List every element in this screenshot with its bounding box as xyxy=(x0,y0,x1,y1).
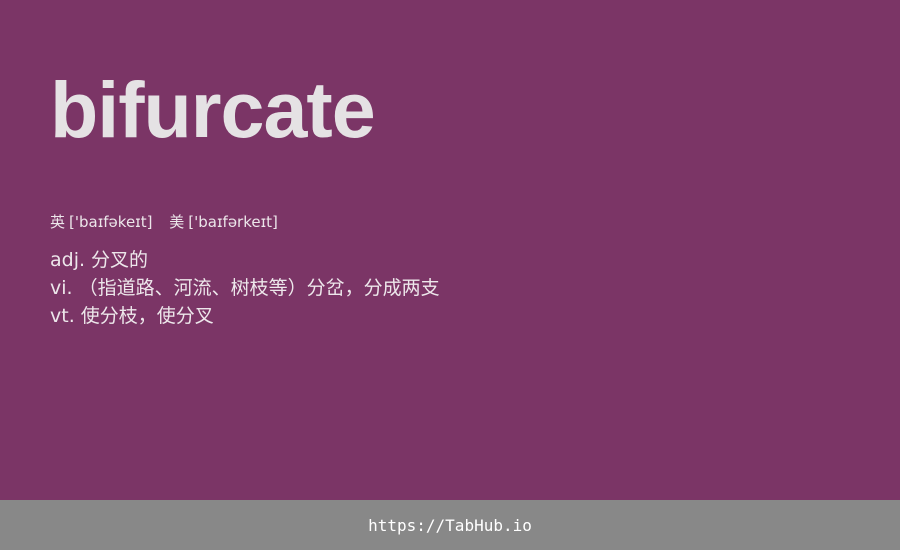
definition-pos: vi. xyxy=(50,277,73,299)
phonetics: 英 ['baɪfəkeɪt] 美 ['baɪfərkeɪt] xyxy=(50,213,290,231)
definition-item: vt. 使分枝，使分叉 xyxy=(50,302,440,330)
phonetic-us-text: ['baɪfərkeɪt] xyxy=(188,213,278,231)
phonetic-uk-text: ['baɪfəkeɪt] xyxy=(69,213,153,231)
phonetic-us: 美 ['baɪfərkeɪt] xyxy=(169,213,278,231)
footer-link[interactable]: https://TabHub.io xyxy=(368,516,532,535)
definition-item: adj. 分叉的 xyxy=(50,246,440,274)
definition-pos: vt. xyxy=(50,305,75,327)
definition-meaning: （指道路、河流、树枝等）分岔，分成两支 xyxy=(78,277,440,299)
phonetic-us-label: 美 xyxy=(169,213,185,231)
phonetic-uk: 英 ['baɪfəkeɪt] xyxy=(50,213,152,231)
footer-bar: https://TabHub.io xyxy=(0,500,900,550)
definition-pos: adj. xyxy=(50,249,86,271)
phonetic-uk-label: 英 xyxy=(50,213,66,231)
definition-meaning: 分叉的 xyxy=(91,249,149,271)
headword: bifurcate xyxy=(50,65,376,154)
definition-meaning: 使分枝，使分叉 xyxy=(80,305,214,327)
definition-item: vi. （指道路、河流、树枝等）分岔，分成两支 xyxy=(50,274,440,302)
definitions-list: adj. 分叉的 vi. （指道路、河流、树枝等）分岔，分成两支 vt. 使分枝，使分… xyxy=(50,246,440,330)
word-card: bifurcate 英 ['baɪfəkeɪt] 美 ['baɪfərkeɪt] a… xyxy=(0,0,900,500)
